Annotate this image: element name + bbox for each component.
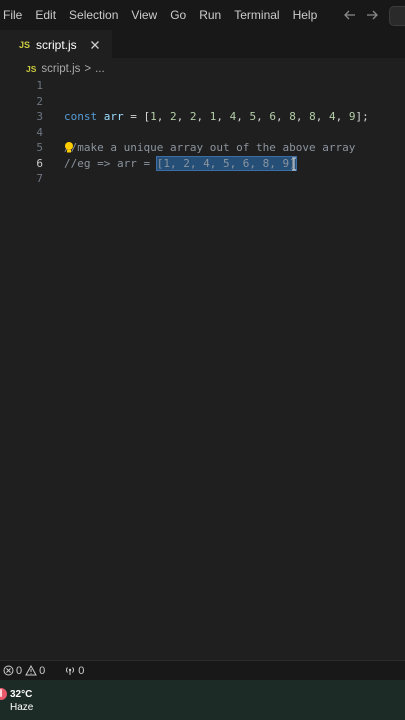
menu-bar: File Edit Selection View Go Run Terminal… [0,0,405,30]
number: 8 [309,110,316,123]
weather-icon [0,688,7,700]
line-number: 2 [36,94,43,108]
menu-selection[interactable]: Selection [65,8,118,22]
warning-count: 0 [39,664,46,677]
broadcast-icon [66,667,75,675]
code-line: 6 //eg => arr = [1, 2, 4, 5, 6, 8, 9] [0,155,405,172]
variable: arr [103,110,124,123]
menu-edit[interactable]: Edit [31,8,56,22]
close-icon[interactable] [88,38,102,52]
ports-count: 0 [78,664,85,677]
number: 9 [348,110,356,123]
code-editor[interactable]: 1 2 3 const arr = [1, 2, 2, 1, 4, 5, 6, … [0,78,405,660]
weather-description: Haze [10,702,34,713]
warning-icon [25,665,37,676]
menu-terminal[interactable]: Terminal [230,8,279,22]
javascript-file-icon: JS [26,64,37,74]
command-center-search[interactable] [389,6,405,26]
line-number: 7 [36,172,43,185]
keyword: const [64,110,98,123]
number: 2 [189,110,197,123]
comment-text: //eg => arr = [1, 2, 4, 5, 6, 8, 9] [64,155,297,172]
weather-widget[interactable]: 32°C Haze [10,688,33,714]
menu-run[interactable]: Run [195,8,221,22]
line-number: 1 [36,79,43,92]
weather-temperature: 32°C [10,689,33,700]
bracket: ]; [355,110,369,123]
lightbulb-icon[interactable] [63,141,75,155]
code-line: 2 [0,94,405,110]
comment-prefix: //eg => arr = [64,156,157,170]
tab-label: script.js [36,37,77,52]
line-number-active: 6 [36,156,43,170]
os-taskbar: 32°C Haze [0,680,405,720]
number: 1 [150,110,157,123]
number: 2 [170,110,177,123]
number: 4 [329,110,336,123]
navigation-arrows [343,0,379,30]
menu-go[interactable]: Go [166,8,186,22]
menu-file[interactable]: File [0,8,22,22]
number: 6 [269,110,276,123]
line-number: 3 [36,110,43,123]
line-number: 5 [36,141,43,154]
ports-indicator[interactable]: 0 [64,665,87,677]
code-line: 1 [0,78,405,94]
code-text: const arr = [1, 2, 2, 1, 4, 5, 6, 8, 8, … [64,110,369,123]
breadcrumb: JS script.js > ... [0,58,405,80]
comment-text: //make a unique array out of the above a… [64,141,356,154]
code-line: 3 const arr = [1, 2, 2, 1, 4, 5, 6, 8, 8… [0,109,405,125]
error-icon [3,665,14,676]
breadcrumb-more[interactable]: ... [95,63,105,75]
breadcrumb-file[interactable]: script.js [41,63,80,75]
code-line: 7 [0,171,405,187]
text-cursor-icon [292,157,296,170]
tab-bar: JS script.js [0,30,405,58]
operator: = [123,110,144,123]
problems-indicator[interactable]: 0 0 [3,665,48,677]
arrow-right-icon[interactable] [365,8,379,22]
breadcrumb-separator: > [84,63,92,75]
code-line: 4 [0,125,405,141]
menu-view[interactable]: View [127,8,157,22]
javascript-file-icon: JS [19,39,31,50]
arrow-left-icon[interactable] [343,8,357,22]
code-line: 5 //make a unique array out of the above… [0,140,405,156]
status-bar: 0 0 0 [0,660,405,680]
menu-help[interactable]: Help [289,8,318,22]
text-selection[interactable]: [1, 2, 4, 5, 6, 8, 9] [155,155,297,171]
error-count: 0 [16,664,23,677]
number: 8 [289,110,296,123]
line-number: 4 [36,125,43,139]
tab-script-js[interactable]: JS script.js [0,30,112,58]
